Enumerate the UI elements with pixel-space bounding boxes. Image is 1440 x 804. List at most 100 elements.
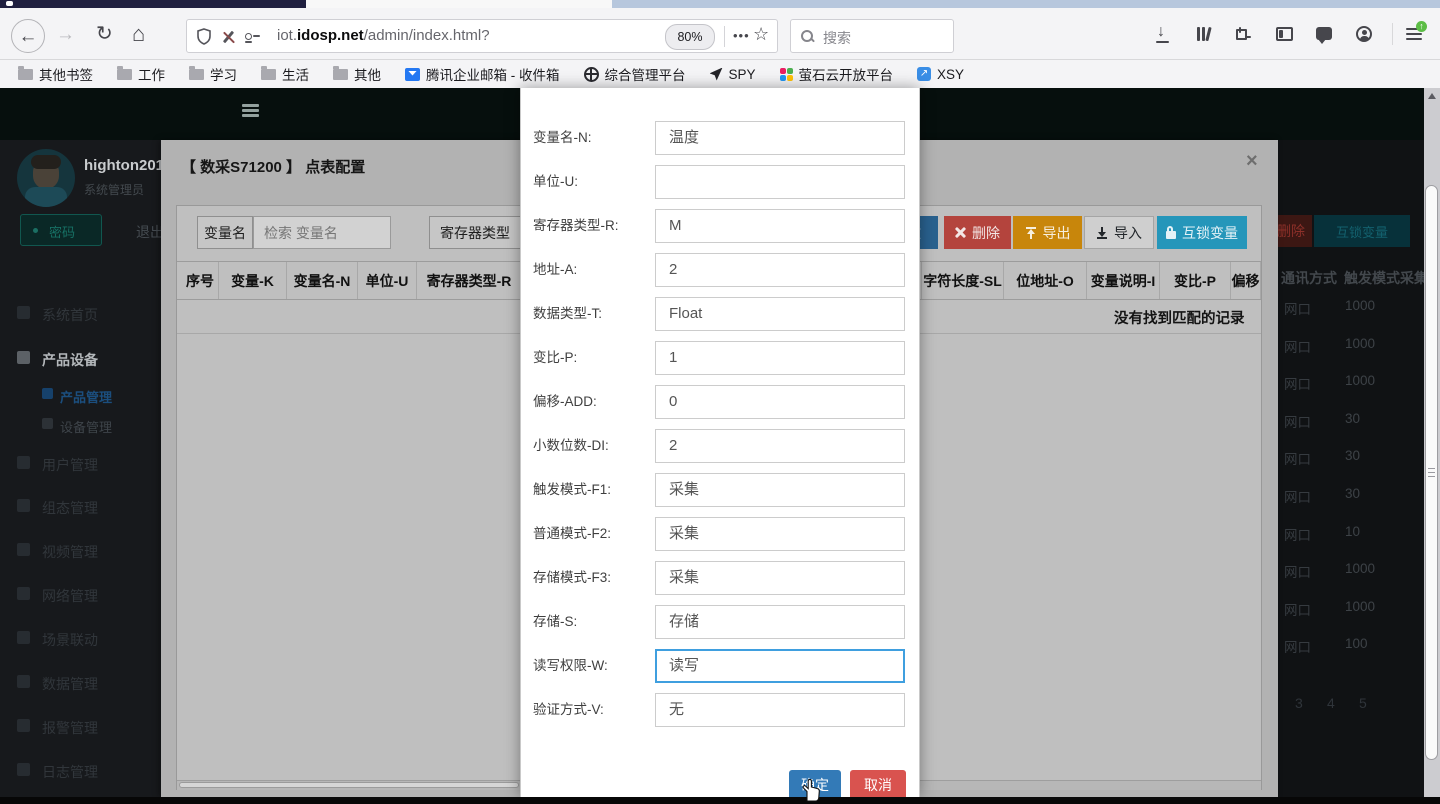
- avatar[interactable]: [17, 149, 75, 207]
- bookmark-item[interactable]: 工作: [117, 64, 165, 84]
- grid-line-v: [590, 69, 592, 80]
- dialog-select-4[interactable]: Float: [655, 297, 905, 331]
- behind-row-port: 网口: [1284, 599, 1311, 619]
- behind-row-value: 30: [1345, 448, 1360, 463]
- reload-icon[interactable]: ↻: [96, 24, 113, 44]
- back-button[interactable]: ←: [11, 19, 45, 53]
- behind-row-port: 网口: [1284, 486, 1311, 506]
- close-icon[interactable]: ×: [1246, 150, 1258, 173]
- bookmark-item[interactable]: 生活: [261, 64, 309, 84]
- search-box[interactable]: 搜索: [790, 19, 954, 53]
- dialog-field-label: 读写权限-W:: [533, 649, 653, 683]
- export-icon: [1025, 227, 1037, 239]
- filter-search-input[interactable]: 检索 变量名: [253, 216, 391, 249]
- dialog-select-10[interactable]: 采集: [655, 561, 905, 595]
- toolbar-button-import[interactable]: 导入: [1084, 216, 1154, 249]
- bookmark-item[interactable]: 综合管理平台: [584, 64, 686, 84]
- menu-square-icon: [17, 631, 30, 644]
- change-password-button[interactable]: 密码: [20, 214, 102, 246]
- horizontal-scrollbar-thumb[interactable]: [179, 782, 519, 788]
- behind-row-value: 100: [1345, 636, 1368, 651]
- forward-icon[interactable]: →: [56, 25, 75, 44]
- menu-square-icon: [42, 388, 53, 399]
- dialog-input-3[interactable]: 2: [655, 253, 905, 287]
- dialog-input-1[interactable]: [655, 165, 905, 199]
- color-dot: [787, 68, 793, 74]
- sidebar-username: highton2019: [84, 157, 172, 174]
- dialog-field-label: 单位-U:: [533, 165, 653, 199]
- bookmark-label: 其他: [354, 64, 381, 84]
- dialog-input-5[interactable]: 1: [655, 341, 905, 375]
- bookmark-item[interactable]: SPY: [710, 67, 756, 82]
- shield-icon[interactable]: [197, 28, 211, 45]
- sidebar-item-label: 日志管理: [42, 762, 98, 782]
- dialog-select-11[interactable]: 存储: [655, 605, 905, 639]
- toolbar-button-interlock[interactable]: 互锁变量: [1157, 216, 1247, 249]
- dialog-field-label: 存储-S:: [533, 605, 653, 639]
- import-icon: [1096, 227, 1108, 239]
- x-icon: [955, 227, 966, 238]
- zoom-level-badge[interactable]: 80%: [665, 24, 715, 50]
- blocked-pen-icon[interactable]: [221, 29, 237, 45]
- behind-row-port: 网口: [1284, 561, 1311, 581]
- bookmark-item[interactable]: 其他: [333, 64, 381, 84]
- toolbar-button-delete[interactable]: 删除: [944, 216, 1011, 249]
- bookmark-label: 综合管理平台: [605, 64, 686, 84]
- library-icon[interactable]: [1197, 27, 1213, 42]
- filter-register-chip[interactable]: 寄存器类型: [429, 216, 521, 249]
- cancel-button[interactable]: 取消: [850, 770, 906, 800]
- bookmark-star-icon[interactable]: ☆: [753, 24, 769, 45]
- reader-sidebar-icon[interactable]: [1276, 27, 1293, 41]
- bookmark-label: 生活: [282, 64, 309, 84]
- dialog-select-8[interactable]: 采集: [655, 473, 905, 507]
- url-bar[interactable]: iot.idosp.net/admin/index.html? 80% ••• …: [186, 19, 778, 53]
- bookmark-item[interactable]: 学习: [189, 64, 237, 84]
- dialog-input-6[interactable]: 0: [655, 385, 905, 419]
- sidebar-item-label: 数据管理: [42, 674, 98, 694]
- browser-toolbar: ← → ↻ ⌂ iot.idosp.net/admin/index.html? …: [0, 8, 1440, 60]
- dialog-select-12[interactable]: 读写: [655, 649, 905, 683]
- dialog-select-9[interactable]: 采集: [655, 517, 905, 551]
- column-header: 偏移: [1231, 262, 1261, 299]
- bookmark-item[interactable]: 腾讯企业邮箱 - 收件箱: [405, 64, 560, 84]
- permissions-icon[interactable]: [245, 31, 261, 43]
- chat-bubble-icon[interactable]: [1316, 27, 1332, 40]
- url-text[interactable]: iot.idosp.net/admin/index.html?: [277, 27, 490, 44]
- column-header: 序号: [182, 262, 219, 299]
- toolbar-button-export[interactable]: 导出: [1013, 216, 1082, 249]
- screenshot-crop-icon[interactable]: [1236, 27, 1251, 42]
- search-placeholder: 搜索: [823, 28, 851, 48]
- active-tab-top[interactable]: [306, 0, 612, 8]
- bookmark-label: XSY: [937, 67, 964, 82]
- folder-icon: [117, 69, 132, 80]
- home-icon[interactable]: ⌂: [132, 23, 145, 45]
- scroll-up-arrow-icon[interactable]: [1428, 93, 1436, 99]
- behind-lock-button[interactable]: 互锁变量: [1314, 215, 1410, 247]
- toolbar-button-label: 导出: [1043, 223, 1071, 243]
- app-hamburger-icon[interactable]: [242, 104, 260, 118]
- browser-tab-strip: [0, 0, 1440, 8]
- column-header: 变量-K: [219, 262, 287, 299]
- bookmark-item[interactable]: ↗XSY: [917, 67, 964, 82]
- behind-page-number[interactable]: 5: [1359, 695, 1367, 711]
- browser-scrollbar-thumb[interactable]: [1425, 185, 1438, 760]
- behind-page-number[interactable]: 4: [1327, 695, 1335, 711]
- dialog-select-13[interactable]: 无: [655, 693, 905, 727]
- bookmark-label: 其他书签: [39, 64, 93, 84]
- bottom-edge-bar: [0, 797, 1440, 804]
- dialog-select-7[interactable]: 2: [655, 429, 905, 463]
- dialog-input-0[interactable]: 温度: [655, 121, 905, 155]
- behind-page-number[interactable]: 3: [1295, 695, 1303, 711]
- filter-field-chip[interactable]: 变量名: [197, 216, 253, 249]
- page-actions-icon[interactable]: •••: [733, 28, 750, 43]
- bookmark-item[interactable]: 萤石云开放平台: [780, 64, 894, 84]
- logout-link[interactable]: 退出: [136, 222, 164, 242]
- dialog-select-2[interactable]: M: [655, 209, 905, 243]
- menu-hamburger-icon[interactable]: ↑: [1406, 28, 1423, 41]
- browser-scrollbar[interactable]: [1424, 88, 1440, 804]
- key-icon: [33, 228, 38, 233]
- account-icon[interactable]: [1356, 26, 1372, 42]
- downloads-icon[interactable]: ↓: [1155, 26, 1171, 44]
- bookmark-item[interactable]: 其他书签: [18, 64, 93, 84]
- menu-square-icon: [17, 456, 30, 469]
